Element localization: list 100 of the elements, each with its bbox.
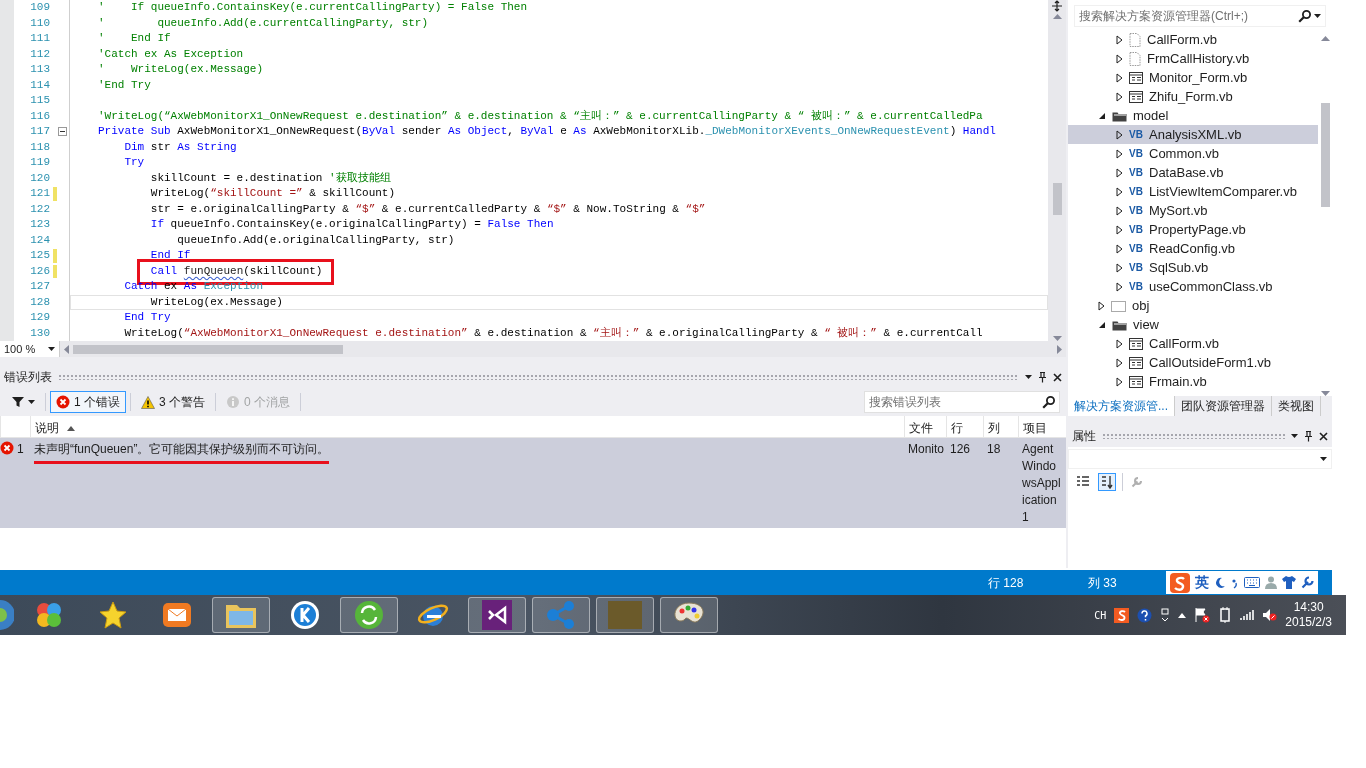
tree-item[interactable]: obj xyxy=(1068,296,1318,315)
caret-icon[interactable] xyxy=(1320,457,1327,461)
expand-arrow-icon[interactable] xyxy=(1116,53,1123,64)
line-number: 126 xyxy=(29,263,50,279)
tree-item[interactable]: CallOutsideForm1.vb xyxy=(1068,353,1318,372)
expand-arrow-icon[interactable] xyxy=(1116,376,1123,387)
input-language[interactable]: CH xyxy=(1094,607,1107,623)
show-hidden-icon[interactable] xyxy=(1178,612,1187,618)
code-line: End If xyxy=(149,248,192,263)
taskbar-button[interactable] xyxy=(660,597,718,633)
scroll-right-icon[interactable] xyxy=(1057,344,1062,354)
panel-tab[interactable]: 类视图 xyxy=(1272,396,1321,416)
panel-tab[interactable]: 团队资源管理器 xyxy=(1175,396,1272,416)
keyboard-icon[interactable] xyxy=(1244,577,1260,588)
tree-item[interactable]: FrmCallHistory.vb xyxy=(1068,49,1318,68)
expand-arrow-icon[interactable] xyxy=(1116,91,1123,102)
tree-item[interactable]: VB AnalysisXML.vb xyxy=(1068,125,1318,144)
collapse-arrow-icon[interactable] xyxy=(1098,111,1106,120)
clock[interactable]: 14:30 2015/2/3 xyxy=(1285,600,1332,630)
expand-arrow-icon[interactable] xyxy=(1098,300,1105,311)
expand-arrow-icon[interactable] xyxy=(1116,357,1123,368)
close-icon[interactable] xyxy=(1053,372,1062,382)
line-number: 125 xyxy=(29,248,50,263)
expand-arrow-icon[interactable] xyxy=(1116,129,1123,140)
expand-arrow-icon[interactable] xyxy=(1116,205,1123,216)
shirt-icon[interactable] xyxy=(1282,576,1296,589)
flag-icon[interactable] xyxy=(1194,607,1211,623)
dropdown-caret-icon[interactable] xyxy=(1314,14,1321,18)
filter-toggle[interactable]: 1 个错误 xyxy=(50,391,126,413)
scrollbar-thumb[interactable] xyxy=(73,344,343,354)
code-line: ' If queueInfo.ContainsKey(e.currentCallingParty) = False Then xyxy=(98,0,529,15)
tree-item[interactable]: Zhifu_Form.vb xyxy=(1068,87,1318,106)
search-icon[interactable] xyxy=(1042,395,1055,409)
taskbar-button[interactable] xyxy=(340,597,398,633)
scroll-left-icon[interactable] xyxy=(64,344,69,354)
info-icon xyxy=(226,395,241,409)
expand-arrow-icon[interactable] xyxy=(1116,186,1123,197)
scroll-up-icon[interactable] xyxy=(1320,36,1330,41)
tree-item[interactable]: VB useCommonClass.vb xyxy=(1068,277,1318,296)
zoom-dropdown[interactable]: 100 % xyxy=(0,341,60,357)
expand-arrow-icon[interactable] xyxy=(1116,167,1123,178)
scrollbar-thumb[interactable] xyxy=(1052,183,1062,215)
help-icon[interactable] xyxy=(1137,607,1153,623)
power-plug-icon[interactable] xyxy=(1218,607,1233,623)
start-orb-icon[interactable] xyxy=(0,600,14,630)
error-row[interactable]: 1 未声明“funQueuen”。它可能因其保护级别而不可访问。 Monito 126 18 AgentWindowsApplication1 xyxy=(0,438,1066,528)
expand-arrow-icon[interactable] xyxy=(1116,224,1123,235)
tree-item[interactable]: CallForm.vb xyxy=(1068,334,1318,353)
pin-icon[interactable] xyxy=(1304,430,1313,442)
expand-arrow-icon[interactable] xyxy=(1116,243,1123,254)
expand-arrow-icon[interactable] xyxy=(1116,34,1123,45)
tree-item[interactable]: VB MySort.vb xyxy=(1068,201,1318,220)
filter-icon xyxy=(12,396,24,408)
collapse-arrow-icon[interactable] xyxy=(1098,320,1106,329)
tree-item[interactable]: CallForm.vb xyxy=(1068,30,1318,49)
input-mode-label[interactable]: 英 xyxy=(1195,572,1209,593)
toolbar-button[interactable] xyxy=(1098,473,1116,491)
wrench-icon[interactable] xyxy=(1301,576,1314,589)
window-restore-icon[interactable] xyxy=(1160,608,1171,622)
line-value: 126 xyxy=(950,442,971,456)
tree-item[interactable]: VB ReadConfig.vb xyxy=(1068,239,1318,258)
close-icon[interactable] xyxy=(1319,431,1328,441)
line-number: 123 xyxy=(29,217,50,232)
envelope-icon xyxy=(162,601,192,629)
expand-arrow-icon[interactable] xyxy=(1116,148,1123,159)
tree-item[interactable]: VB ListViewItemComparer.vb xyxy=(1068,182,1318,201)
dropdown-caret-icon[interactable] xyxy=(48,347,55,351)
tree-item[interactable]: Monitor_Form.vb xyxy=(1068,68,1318,87)
dropdown-caret-icon[interactable] xyxy=(1025,375,1032,379)
pin-icon[interactable] xyxy=(1038,371,1047,383)
scrollbar-thumb[interactable] xyxy=(1320,103,1330,207)
moon-icon[interactable] xyxy=(1214,576,1226,589)
tree-item[interactable]: VB Common.vb xyxy=(1068,144,1318,163)
signal-bars-icon[interactable] xyxy=(1240,609,1255,621)
panel-title: 属性 xyxy=(1072,428,1096,445)
tree-item[interactable]: view xyxy=(1068,315,1318,334)
tree-item[interactable]: VB SqlSub.vb xyxy=(1068,258,1318,277)
tree-item[interactable]: Frmain.vb xyxy=(1068,372,1318,391)
expand-arrow-icon[interactable] xyxy=(1116,262,1123,273)
speaker-muted-icon[interactable] xyxy=(1262,608,1278,622)
expand-arrow-icon[interactable] xyxy=(1116,281,1123,292)
tree-item[interactable]: VB DataBase.vb xyxy=(1068,163,1318,182)
filter-toggle[interactable]: 3 个警告 xyxy=(135,391,212,413)
code-line: ' WriteLog(ex.Message) xyxy=(98,62,265,77)
tree-item[interactable]: model xyxy=(1068,106,1318,125)
taskbar-button[interactable] xyxy=(468,597,526,633)
panel-tab[interactable]: 解决方案资源管... xyxy=(1068,396,1175,416)
search-field[interactable]: 搜索解决方案资源管理器(Ctrl+;) xyxy=(1074,5,1326,27)
expand-arrow-icon[interactable] xyxy=(1116,72,1123,83)
dropdown-caret-icon[interactable] xyxy=(1291,434,1298,438)
splitter-icon[interactable] xyxy=(1051,0,1063,12)
tree-item[interactable]: VB PropertyPage.vb xyxy=(1068,220,1318,239)
caret-icon[interactable] xyxy=(28,400,35,404)
expand-arrow-icon[interactable] xyxy=(1116,338,1123,349)
code-line: ' queueInfo.Add(e.currentCallingParty, str) xyxy=(98,15,430,31)
collapse-icon[interactable] xyxy=(58,127,67,137)
search-field[interactable]: 搜索错误列表 xyxy=(864,391,1060,413)
sogou-logo-icon[interactable] xyxy=(1114,607,1130,623)
search-icon[interactable] xyxy=(1298,9,1311,23)
scroll-up-icon[interactable] xyxy=(1052,14,1062,19)
